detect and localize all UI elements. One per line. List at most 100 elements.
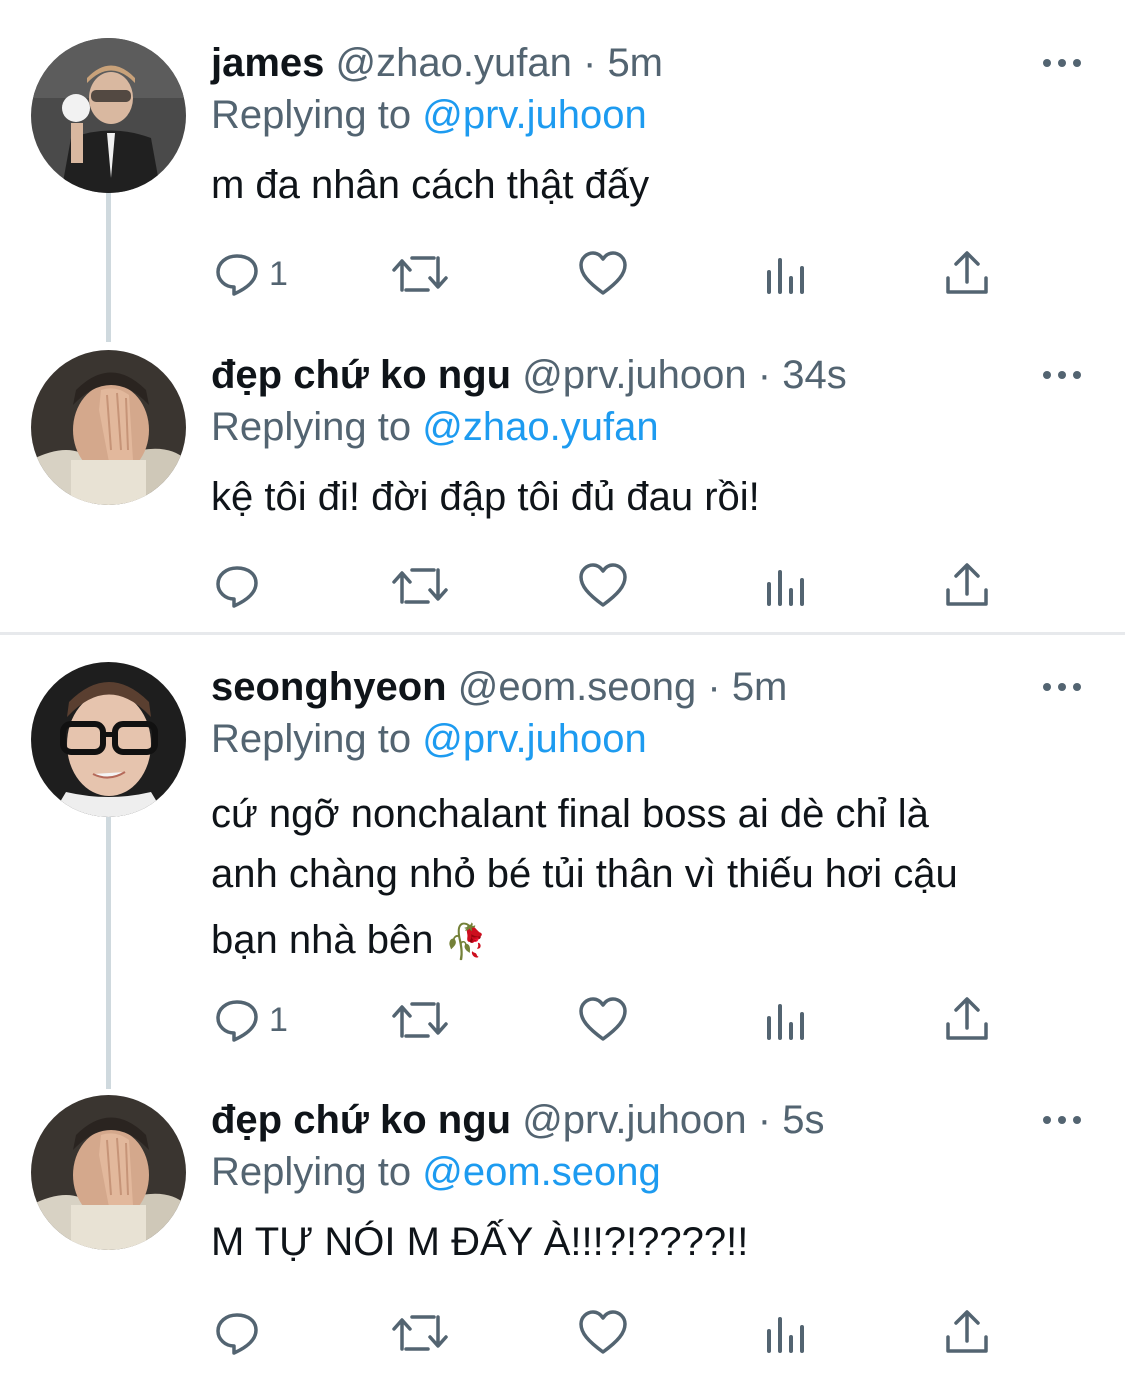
tweet-text-line: cứ ngỡ nonchalant final boss ai dè chỉ l… xyxy=(211,792,929,836)
tweet-text-line: bạn nhà bên 🥀 xyxy=(211,910,1071,972)
replying-label: Replying to xyxy=(211,93,412,137)
tweet[interactable]: đẹp chứ ko ngu @prv.juhoon · 34s Replyin… xyxy=(0,350,1125,630)
mention-link[interactable]: @eom.seong xyxy=(422,1150,661,1194)
timestamp[interactable]: 34s xyxy=(782,353,847,397)
replying-to: Replying to @eom.seong xyxy=(211,1147,661,1197)
separator: · xyxy=(757,353,772,397)
share-icon xyxy=(944,250,990,298)
reply-button[interactable]: 1 xyxy=(213,246,288,302)
share-button[interactable] xyxy=(944,1305,990,1361)
handle[interactable]: @eom.seong xyxy=(458,665,697,709)
like-button[interactable] xyxy=(578,246,628,302)
share-button[interactable] xyxy=(944,558,990,614)
reply-count: 1 xyxy=(269,1000,288,1039)
avatar[interactable] xyxy=(31,350,186,505)
share-button[interactable] xyxy=(944,246,990,302)
action-bar xyxy=(0,1305,1125,1365)
tweet-header: đẹp chứ ko ngu @prv.juhoon · 5s xyxy=(211,1095,824,1145)
avatar[interactable] xyxy=(31,1095,186,1250)
share-icon xyxy=(944,996,990,1044)
mention-link[interactable]: @prv.juhoon xyxy=(422,717,646,761)
retweet-icon xyxy=(392,562,448,610)
timestamp[interactable]: 5m xyxy=(732,665,788,709)
tweet-header: seonghyeon @eom.seong · 5m xyxy=(211,662,787,712)
views-button[interactable] xyxy=(765,246,807,302)
mention-link[interactable]: @zhao.yufan xyxy=(422,405,658,449)
handle[interactable]: @zhao.yufan xyxy=(336,41,572,85)
tweet[interactable]: seonghyeon @eom.seong · 5m Replying to @… xyxy=(0,662,1125,1062)
more-icon[interactable] xyxy=(1040,672,1084,702)
avatar[interactable] xyxy=(31,662,186,817)
tweet[interactable]: đẹp chứ ko ngu @prv.juhoon · 5s Replying… xyxy=(0,1095,1125,1380)
replying-label: Replying to xyxy=(211,1150,412,1194)
tweet-text: M TỰ NÓI M ĐẤY À!!!?!????!! xyxy=(211,1220,749,1264)
timestamp[interactable]: 5s xyxy=(782,1098,824,1142)
views-button[interactable] xyxy=(765,992,807,1048)
retweet-button[interactable] xyxy=(392,992,448,1048)
views-button[interactable] xyxy=(765,1305,807,1361)
reply-button[interactable]: 1 xyxy=(213,992,288,1048)
heart-icon xyxy=(578,250,628,298)
mention-link[interactable]: @prv.juhoon xyxy=(422,93,646,137)
thread-divider xyxy=(0,632,1125,635)
views-icon xyxy=(765,1309,807,1357)
replying-label: Replying to xyxy=(211,405,412,449)
handle[interactable]: @prv.juhoon xyxy=(522,1098,746,1142)
retweet-icon xyxy=(392,1309,448,1357)
replying-to: Replying to @prv.juhoon xyxy=(211,90,647,140)
share-icon xyxy=(944,1309,990,1357)
reply-button[interactable] xyxy=(213,558,269,614)
timestamp[interactable]: 5m xyxy=(607,41,663,85)
views-icon xyxy=(765,250,807,298)
retweet-button[interactable] xyxy=(392,1305,448,1361)
separator: · xyxy=(582,41,597,85)
retweet-button[interactable] xyxy=(392,246,448,302)
tweet-header: james @zhao.yufan · 5m xyxy=(211,38,663,88)
avatar[interactable] xyxy=(31,38,186,193)
replying-to: Replying to @prv.juhoon xyxy=(211,714,647,764)
more-icon[interactable] xyxy=(1040,48,1084,78)
retweet-icon xyxy=(392,996,448,1044)
replying-label: Replying to xyxy=(211,717,412,761)
share-icon xyxy=(944,562,990,610)
reply-icon xyxy=(213,562,261,610)
reply-icon xyxy=(213,250,261,298)
like-button[interactable] xyxy=(578,558,628,614)
separator: · xyxy=(707,665,721,709)
retweet-icon xyxy=(392,250,448,298)
reply-button[interactable] xyxy=(213,1305,269,1361)
separator: · xyxy=(757,1098,772,1142)
more-icon[interactable] xyxy=(1040,360,1084,390)
reply-icon xyxy=(213,1309,261,1357)
action-bar: 1 xyxy=(0,992,1125,1052)
heart-icon xyxy=(578,996,628,1044)
replying-to: Replying to @zhao.yufan xyxy=(211,402,659,452)
views-icon xyxy=(765,562,807,610)
action-bar: 1 xyxy=(0,246,1125,306)
tweet-text: m đa nhân cách thật đấy xyxy=(211,163,650,207)
retweet-button[interactable] xyxy=(392,558,448,614)
display-name[interactable]: đẹp chứ ko ngu xyxy=(211,1098,511,1142)
like-button[interactable] xyxy=(578,992,628,1048)
tweet[interactable]: james @zhao.yufan · 5m Replying to @prv.… xyxy=(0,38,1125,338)
tweet-text: cứ ngỡ nonchalant final boss ai dè chỉ l… xyxy=(211,784,1071,972)
tweet-text: kệ tôi đi! đời đập tôi đủ đau rồi! xyxy=(211,475,760,519)
heart-icon xyxy=(578,1309,628,1357)
share-button[interactable] xyxy=(944,992,990,1048)
views-icon xyxy=(765,996,807,1044)
reply-count: 1 xyxy=(269,254,288,293)
reply-icon xyxy=(213,996,261,1044)
heart-icon xyxy=(578,562,628,610)
display-name[interactable]: james xyxy=(211,41,324,85)
display-name[interactable]: seonghyeon xyxy=(211,665,447,709)
handle[interactable]: @prv.juhoon xyxy=(522,353,746,397)
views-button[interactable] xyxy=(765,558,807,614)
tweet-text-line-content: bạn nhà bên xyxy=(211,918,434,962)
like-button[interactable] xyxy=(578,1305,628,1361)
tweet-header: đẹp chứ ko ngu @prv.juhoon · 34s xyxy=(211,350,847,400)
action-bar xyxy=(0,558,1125,618)
tweet-text-line: anh chàng nhỏ bé tủi thân vì thiếu hơi c… xyxy=(211,852,958,896)
display-name[interactable]: đẹp chứ ko ngu xyxy=(211,353,511,397)
wilted-rose-emoji: 🥀 xyxy=(444,923,487,961)
more-icon[interactable] xyxy=(1040,1105,1084,1135)
